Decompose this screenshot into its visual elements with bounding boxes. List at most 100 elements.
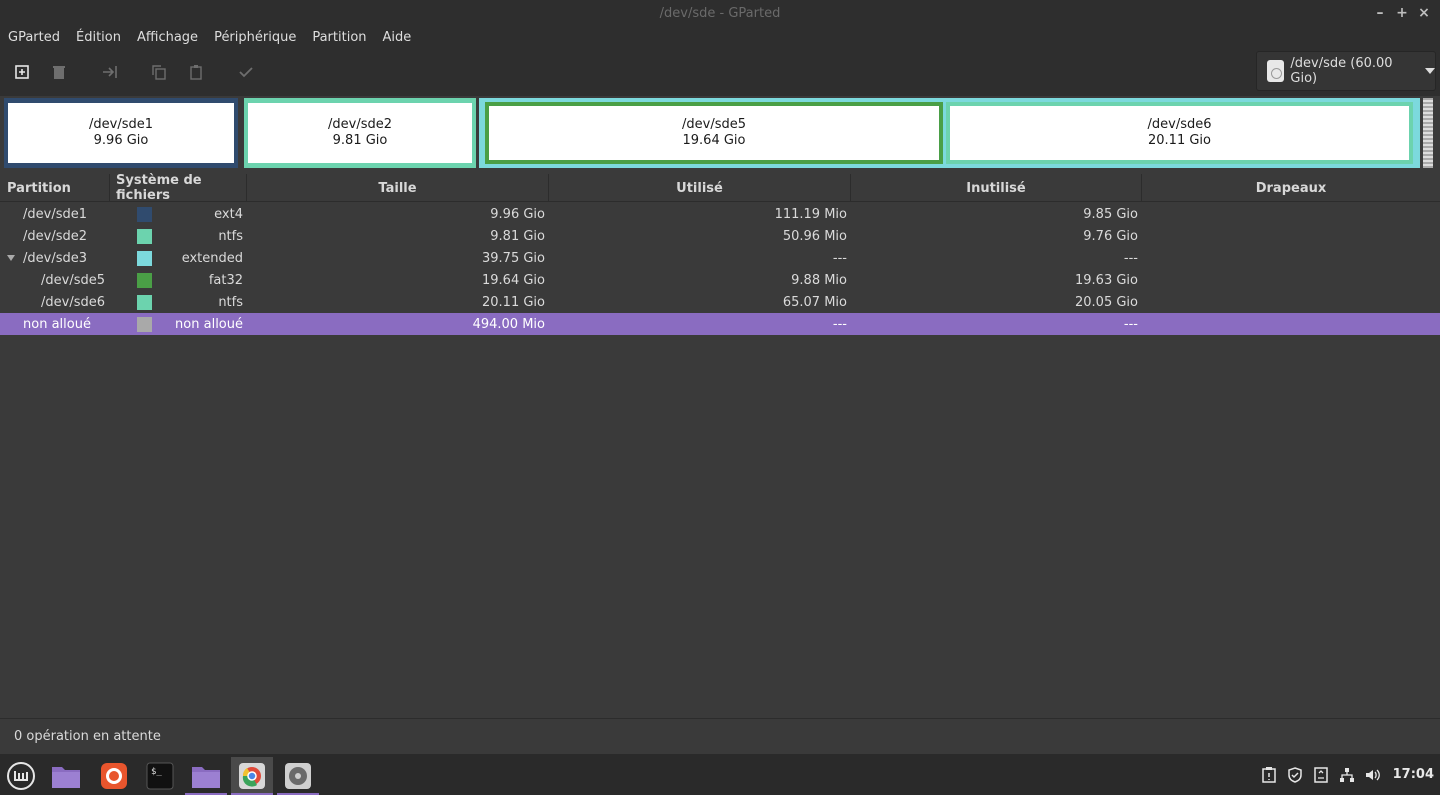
maximize-button[interactable]: + xyxy=(1396,4,1408,22)
taskbar-files-window[interactable] xyxy=(185,757,227,795)
terminal-icon: $_ xyxy=(146,762,174,790)
partition-table-header: Partition Système de fichiers Taille Uti… xyxy=(0,173,1440,203)
header-used[interactable]: Utilisé xyxy=(549,174,851,202)
clipboard-icon[interactable] xyxy=(1261,766,1277,783)
cell-partition: /dev/sde5 xyxy=(41,272,105,288)
shield-icon[interactable] xyxy=(1287,766,1303,783)
resize-move-button[interactable] xyxy=(98,60,122,84)
paste-icon xyxy=(190,65,202,80)
table-row[interactable]: /dev/sde2 ntfs 9.81 Gio 50.96 Mio 9.76 G… xyxy=(0,225,1440,247)
disk-map: /dev/sde1 9.96 Gio /dev/sde2 9.81 Gio /d… xyxy=(4,98,1436,168)
menu-partition[interactable]: Partition xyxy=(312,30,366,45)
new-partition-button[interactable] xyxy=(10,60,34,84)
menu-aide[interactable]: Aide xyxy=(383,30,412,45)
header-size[interactable]: Taille xyxy=(247,174,549,202)
cell-partition: /dev/sde3 xyxy=(23,250,87,266)
taskbar-chromium[interactable] xyxy=(231,757,273,795)
fs-color-swatch xyxy=(137,317,152,332)
diskmap-segment-sde2[interactable]: /dev/sde2 9.81 Gio xyxy=(244,98,476,168)
fs-color-swatch xyxy=(137,295,152,310)
cell-partition: /dev/sde1 xyxy=(23,206,87,222)
gparted-icon xyxy=(285,763,311,789)
header-flags[interactable]: Drapeaux xyxy=(1142,174,1440,202)
table-row[interactable]: /dev/sde3 extended 39.75 Gio --- --- xyxy=(0,247,1440,269)
disk-icon xyxy=(1267,60,1285,82)
copy-button[interactable] xyxy=(147,60,171,84)
cell-used: 50.96 Mio xyxy=(782,228,847,244)
delete-icon xyxy=(53,66,65,79)
resize-move-icon xyxy=(103,66,117,78)
menu-affichage[interactable]: Affichage xyxy=(137,30,198,45)
diskmap-segment-sde3[interactable]: /dev/sde5 19.64 Gio /dev/sde6 20.11 Gio xyxy=(479,98,1420,168)
cell-filesystem: ext4 xyxy=(214,206,243,222)
segment-name: /dev/sde6 xyxy=(1147,117,1212,132)
cell-size: 9.96 Gio xyxy=(490,206,545,222)
cell-used: 65.07 Mio xyxy=(782,294,847,310)
volume-icon[interactable] xyxy=(1365,767,1381,783)
cell-filesystem: extended xyxy=(181,250,243,266)
cell-unused: 20.05 Gio xyxy=(1075,294,1138,310)
taskbar-firefox[interactable] xyxy=(93,757,135,795)
cell-unused: --- xyxy=(1123,250,1138,266)
diskmap-segment-unallocated[interactable] xyxy=(1423,98,1433,168)
taskbar: $_ xyxy=(0,754,1440,795)
delete-partition-button[interactable] xyxy=(47,60,71,84)
paste-button[interactable] xyxy=(184,60,208,84)
device-selector[interactable]: /dev/sde (60.00 Gio) xyxy=(1256,51,1436,91)
system-tray: 17:04 xyxy=(1261,754,1434,795)
segment-size: 20.11 Gio xyxy=(1148,133,1211,148)
cell-flags xyxy=(1146,225,1436,247)
title-bar: /dev/sde - GParted – + × xyxy=(0,0,1440,26)
minimize-button[interactable]: – xyxy=(1374,4,1386,22)
files-icon xyxy=(52,767,80,788)
cell-size: 494.00 Mio xyxy=(472,316,545,332)
cell-size: 9.81 Gio xyxy=(490,228,545,244)
mint-menu-icon xyxy=(7,762,35,790)
cell-filesystem: ntfs xyxy=(218,228,243,244)
taskbar-files[interactable] xyxy=(45,757,87,795)
cell-unused: 9.76 Gio xyxy=(1083,228,1138,244)
table-row[interactable]: /dev/sde5 fat32 19.64 Gio 9.88 Mio 19.63… xyxy=(0,269,1440,291)
cell-size: 39.75 Gio xyxy=(482,250,545,266)
header-partition[interactable]: Partition xyxy=(0,174,110,202)
chromium-icon xyxy=(239,763,265,789)
segment-size: 9.81 Gio xyxy=(332,133,388,148)
header-unused[interactable]: Inutilisé xyxy=(851,174,1142,202)
network-icon[interactable] xyxy=(1339,767,1355,783)
svg-text:$_: $_ xyxy=(151,767,162,777)
cell-flags xyxy=(1146,269,1436,291)
taskbar-mint-menu[interactable] xyxy=(0,757,42,795)
toolbar xyxy=(0,48,1440,96)
diskmap-segment-sde5[interactable]: /dev/sde5 19.64 Gio xyxy=(484,98,944,168)
close-button[interactable]: × xyxy=(1418,4,1430,22)
menu-peripherique[interactable]: Périphérique xyxy=(214,30,296,45)
taskbar-gparted[interactable] xyxy=(277,757,319,795)
diskmap-segment-sde6[interactable]: /dev/sde6 20.11 Gio xyxy=(945,98,1414,168)
table-row[interactable]: /dev/sde1 ext4 9.96 Gio 111.19 Mio 9.85 … xyxy=(0,203,1440,225)
cell-partition: /dev/sde6 xyxy=(41,294,105,310)
menu-gparted[interactable]: GParted xyxy=(8,30,60,45)
cell-used: 111.19 Mio xyxy=(774,206,847,222)
table-row[interactable]: non alloué non alloué 494.00 Mio --- --- xyxy=(0,313,1440,335)
table-row[interactable]: /dev/sde6 ntfs 20.11 Gio 65.07 Mio 20.05… xyxy=(0,291,1440,313)
taskbar-terminal[interactable]: $_ xyxy=(139,757,181,795)
expander-down-icon[interactable] xyxy=(7,255,15,261)
clock[interactable]: 17:04 xyxy=(1393,767,1434,782)
apply-button[interactable] xyxy=(234,60,258,84)
cell-partition: non alloué xyxy=(23,316,91,332)
cell-size: 19.64 Gio xyxy=(482,272,545,288)
window-controls: – + × xyxy=(1374,4,1430,22)
cell-filesystem: ntfs xyxy=(218,294,243,310)
cell-used: --- xyxy=(832,316,847,332)
header-filesystem[interactable]: Système de fichiers xyxy=(110,173,247,203)
fs-color-swatch xyxy=(137,251,152,266)
menu-bar: GParted Édition Affichage Périphérique P… xyxy=(0,26,1440,48)
diskmap-segment-sde1[interactable]: /dev/sde1 9.96 Gio xyxy=(4,98,238,168)
menu-edition[interactable]: Édition xyxy=(76,30,121,45)
document-icon[interactable] xyxy=(1313,766,1329,783)
cell-unused: 9.85 Gio xyxy=(1083,206,1138,222)
chevron-down-icon xyxy=(1425,68,1435,74)
segment-name: /dev/sde1 xyxy=(89,117,153,132)
cell-unused: 19.63 Gio xyxy=(1075,272,1138,288)
cell-flags xyxy=(1146,291,1436,313)
